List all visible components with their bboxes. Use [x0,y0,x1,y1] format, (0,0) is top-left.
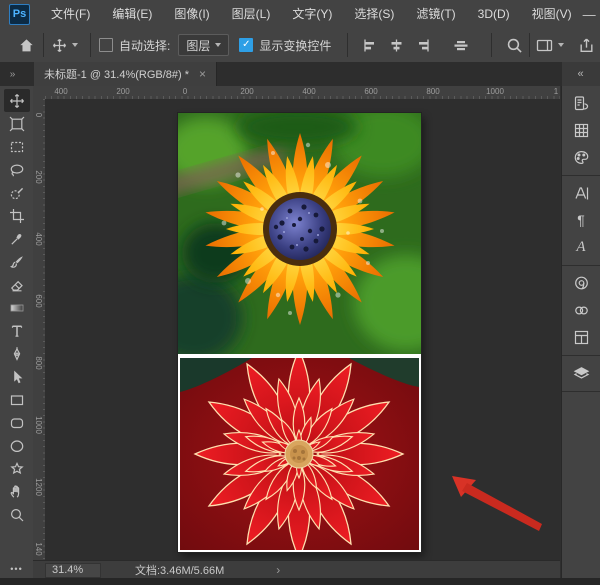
zoom-level-field[interactable]: 31.4% [45,563,101,578]
auto-select-label: 自动选择: [119,37,170,54]
zoom-tool[interactable] [4,503,30,526]
dock-collapse-icon[interactable]: « [562,62,600,86]
menu-3d[interactable]: 3D(D) [467,1,521,28]
minimize-button[interactable]: — [583,7,596,22]
show-transform-checkbox[interactable]: ✓ [239,38,253,52]
brush-tool[interactable] [4,250,30,273]
menu-view[interactable]: 视图(V) [521,1,583,28]
panel-group-4 [562,356,600,392]
creative-cloud-icon[interactable] [567,297,595,323]
rounded-rectangle-tool[interactable] [4,411,30,434]
toolbar-expand-icon[interactable]: » [0,62,26,86]
eyedropper-tool[interactable] [4,227,30,250]
quick-selection-tool[interactable] [4,181,30,204]
color-panel-icon[interactable] [567,144,595,170]
workspace-chevron-icon[interactable] [558,43,564,47]
align-left-edges-icon[interactable] [362,38,377,53]
menu-select[interactable]: 选择(S) [343,1,405,28]
status-options-chevron-icon[interactable]: › [276,563,280,577]
custom-shape-tool[interactable] [4,457,30,480]
panel-group-1 [562,86,600,176]
home-icon[interactable] [18,37,35,54]
red-annotation-arrow [446,470,548,538]
align-horizontal-centers-icon[interactable] [389,38,404,53]
move-options-chevron-icon[interactable] [72,43,78,47]
workspace-switcher-icon[interactable] [536,38,553,53]
red-dahlia-image [180,358,419,550]
panel-group-2: ¶ A [562,176,600,266]
rectangular-marquee-tool[interactable] [4,135,30,158]
character-panel-icon[interactable] [567,180,595,206]
dropdown-chevron-icon [215,43,221,47]
bottom-edge-strip [0,578,600,585]
menu-edit[interactable]: 编辑(E) [101,1,163,28]
glyphs-panel-icon[interactable]: A [567,234,595,260]
panel-group-3 [562,266,600,356]
panels-dock: ¶ A [561,86,600,578]
eraser-tool[interactable] [4,273,30,296]
distribute-centers-icon[interactable] [453,38,469,53]
photoshop-logo-icon: Ps [9,4,30,25]
share-icon[interactable] [578,37,595,54]
ellipse-tool[interactable] [4,434,30,457]
document-size-info: 文档:3.46M/5.66M [135,562,224,578]
tools-panel: ••• [0,86,34,578]
auto-select-target-dropdown[interactable]: 图层 [178,34,229,56]
move-tool-options-icon[interactable] [52,38,67,53]
menu-layer[interactable]: 图层(L) [221,1,282,28]
frame-tool[interactable] [4,112,30,135]
align-right-edges-icon[interactable] [416,38,431,53]
lasso-tool[interactable] [4,158,30,181]
rectangle-tool[interactable] [4,388,30,411]
libraries-panel-icon[interactable] [567,270,595,296]
menu-image[interactable]: 图像(I) [163,1,220,28]
menu-filter[interactable]: 滤镜(T) [405,1,466,28]
layers-panel-icon[interactable] [567,360,595,386]
options-bar: 自动选择: 图层 ✓ 显示变换控件 [0,28,600,63]
show-transform-label: 显示变换控件 [259,37,331,54]
orange-daisy-image [178,113,421,354]
direct-selection-tool[interactable] [4,365,30,388]
window-controls: — × [583,7,600,22]
tab-close-icon[interactable]: × [199,67,206,81]
auto-select-checkbox[interactable] [99,38,113,52]
swatches-panel-icon[interactable] [567,117,595,143]
move-tool[interactable] [4,89,30,112]
document-tab-bar: » 未标题-1 @ 31.4%(RGB/8#) * × « [0,62,600,86]
menu-type[interactable]: 文字(Y) [281,1,343,28]
properties-panel-icon[interactable] [567,324,595,350]
pen-tool[interactable] [4,342,30,365]
paragraph-panel-icon[interactable]: ¶ [567,207,595,233]
photoshop-window: Ps 文件(F) 编辑(E) 图像(I) 图层(L) 文字(Y) 选择(S) 滤… [0,0,600,585]
status-bar: 31.4% 文档:3.46M/5.66M › [33,560,560,579]
menu-items: 文件(F) 编辑(E) 图像(I) 图层(L) 文字(Y) 选择(S) 滤镜(T… [40,1,583,28]
document-tab[interactable]: 未标题-1 @ 31.4%(RGB/8#) * × [34,62,217,86]
search-icon[interactable] [506,37,523,54]
menu-file[interactable]: 文件(F) [40,1,101,28]
gradient-tool[interactable] [4,296,30,319]
menu-bar: Ps 文件(F) 编辑(E) 图像(I) 图层(L) 文字(Y) 选择(S) 滤… [0,0,600,29]
type-tool[interactable] [4,319,30,342]
edit-toolbar-dots-icon[interactable]: ••• [0,564,33,574]
document-canvas[interactable] [178,113,421,552]
crop-tool[interactable] [4,204,30,227]
history-panel-icon[interactable] [567,90,595,116]
horizontal-ruler: 400 200 0 200 400 600 800 1000 1 [45,86,560,100]
document-tab-title: 未标题-1 @ 31.4%(RGB/8#) * [44,66,189,82]
hand-tool[interactable] [4,480,30,503]
